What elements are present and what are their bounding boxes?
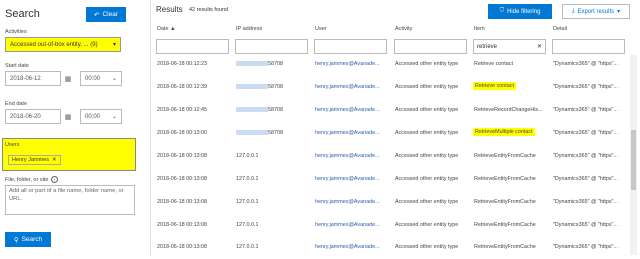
table-row[interactable]: 2018-06-18 00:13:08 127.0.0.1 henry.jamm… — [150, 235, 628, 259]
download-icon: ⤓ — [571, 8, 575, 14]
end-time-select[interactable]: 00:00 ⌄ — [80, 109, 122, 124]
search-icon: ⚲ — [13, 236, 19, 244]
results-title: Results — [156, 5, 183, 14]
users-label: Users — [5, 142, 20, 148]
chevron-down-icon: ⌄ — [111, 114, 117, 120]
results-count: 42 results found — [189, 7, 229, 13]
column-header-ip[interactable]: IP address — [236, 26, 262, 32]
calendar-icon[interactable]: ▦ — [61, 109, 75, 124]
search-panel: Search ↶ Clear Activities Accessed out-o… — [0, 0, 150, 256]
table-row[interactable]: 2018-06-18 00:12:23 58708 henry.jammes@A… — [150, 52, 628, 76]
file-search-textarea[interactable]: Add all or part of a file name, folder n… — [5, 185, 135, 215]
column-header-activity[interactable]: Activity — [395, 26, 412, 32]
search-title: Search — [5, 8, 40, 20]
export-results-button[interactable]: ⤓ Export results ▾ — [562, 4, 630, 19]
hide-filtering-button[interactable]: ⛉ Hide filtering — [488, 4, 552, 19]
start-date-label: Start date — [5, 63, 29, 69]
redacted-ip — [236, 130, 268, 136]
table-row[interactable]: 2018-06-18 00:13:00 58708 henry.jammes@A… — [150, 121, 628, 145]
clear-button[interactable]: ↶ Clear — [86, 7, 126, 22]
start-time-select[interactable]: 00:00 ⌄ — [80, 71, 122, 86]
column-header-user[interactable]: User — [315, 26, 327, 32]
info-icon[interactable]: i — [51, 176, 59, 183]
table-row[interactable]: 2018-06-18 00:13:08 127.0.0.1 henry.jamm… — [150, 167, 628, 191]
activities-select[interactable]: Accessed out-of-box entity, ... (9) ▾ — [5, 37, 121, 52]
user-chip: Henry Jammes ✕ — [8, 155, 61, 165]
column-header-item[interactable]: Item — [474, 26, 485, 32]
table-row[interactable]: 2018-06-18 00:12:45 58708 henry.jammes@A… — [150, 98, 628, 122]
close-icon[interactable]: ✕ — [52, 157, 57, 163]
calendar-icon[interactable]: ▦ — [61, 71, 75, 86]
column-header-date[interactable]: Date ▲ — [157, 26, 176, 32]
sort-ascending-icon: ▲ — [170, 26, 176, 32]
redacted-ip — [236, 61, 268, 67]
chevron-down-icon: ▾ — [112, 42, 116, 48]
table-row[interactable]: 2018-06-18 00:13:08 127.0.0.1 henry.jamm… — [150, 144, 628, 168]
redacted-ip — [236, 84, 268, 90]
activities-label: Activities — [5, 29, 27, 35]
close-icon[interactable]: ✕ — [537, 43, 542, 50]
chevron-down-icon: ⌄ — [111, 76, 117, 82]
undo-icon: ↶ — [94, 11, 100, 19]
filter-icon: ⛉ — [499, 8, 505, 14]
table-row[interactable]: 2018-06-18 00:13:08 127.0.0.1 henry.jamm… — [150, 190, 628, 214]
search-button[interactable]: ⚲ Search — [5, 232, 51, 247]
start-date-input[interactable]: 2018-06-12 — [5, 71, 61, 86]
scrollbar-thumb[interactable] — [631, 130, 636, 190]
file-label-row: File, folder, or site i — [5, 176, 59, 183]
chevron-down-icon: ▾ — [617, 9, 621, 15]
column-header-detail[interactable]: Detail — [553, 26, 567, 32]
end-date-label: End date — [5, 101, 28, 107]
table-row[interactable]: 2018-06-18 00:13:08 127.0.0.1 henry.jamm… — [150, 213, 628, 237]
end-date-input[interactable]: 2018-06-20 — [5, 109, 61, 124]
table-row[interactable]: 2018-06-18 00:12:39 58708 henry.jammes@A… — [150, 75, 628, 99]
redacted-ip — [236, 107, 268, 113]
